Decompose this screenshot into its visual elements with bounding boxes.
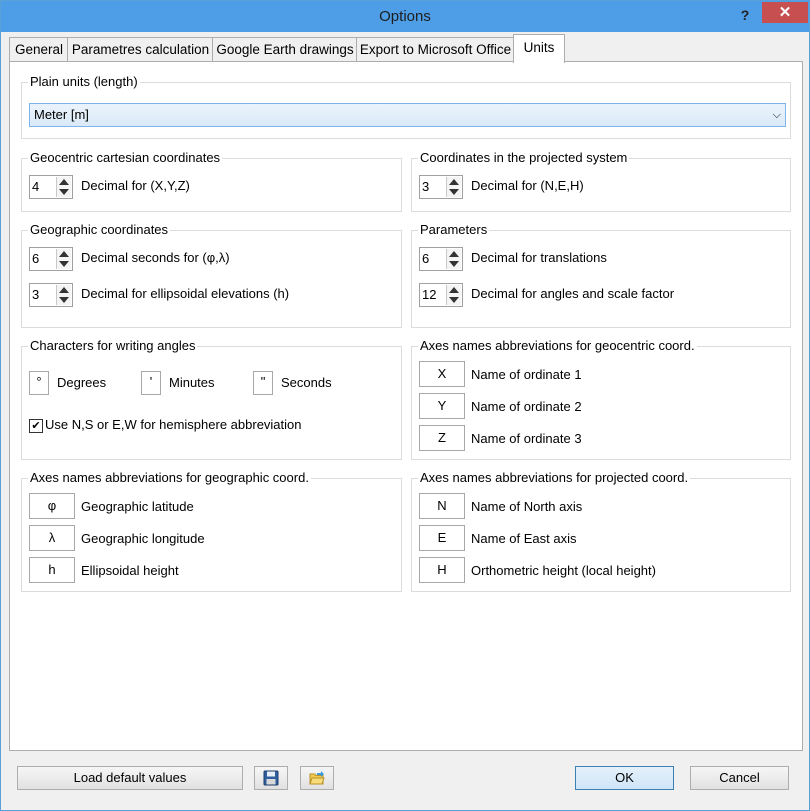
plain-units-select[interactable]: Meter [m] ⌵ <box>29 103 786 127</box>
geocentric-decimals-stepper[interactable]: 4 <box>29 175 73 199</box>
projected-axes-group: Axes names abbreviations for projected c… <box>411 470 791 592</box>
plain-units-selected: Meter [m] <box>34 107 89 122</box>
minutes-char-input[interactable]: ' <box>141 371 161 395</box>
open-folder-icon <box>309 771 325 785</box>
parameters-group: Parameters 6 Decimal for translations 12… <box>411 222 791 328</box>
cancel-button[interactable]: Cancel <box>690 766 789 790</box>
chevron-down-icon: ⌵ <box>772 109 781 121</box>
ok-button[interactable]: OK <box>575 766 674 790</box>
ordinate-1-label: Name of ordinate 1 <box>471 367 582 382</box>
ordinate-2-input[interactable]: Y <box>419 393 465 419</box>
north-axis-input[interactable]: N <box>419 493 465 519</box>
arrow-down-icon[interactable] <box>59 189 69 195</box>
geographic-seconds-value: 6 <box>32 251 40 266</box>
units-panel: Plain units (length) Meter [m] ⌵ Geocent… <box>9 61 803 751</box>
latitude-label: Geographic latitude <box>81 499 194 514</box>
seconds-label: Seconds <box>281 375 332 390</box>
arrow-up-icon[interactable] <box>59 251 69 257</box>
ordinate-1-input[interactable]: X <box>419 361 465 387</box>
arrow-down-icon[interactable] <box>449 297 459 303</box>
geographic-seconds-stepper[interactable]: 6 <box>29 247 73 271</box>
geocentric-decimals-value: 4 <box>32 179 40 194</box>
projected-axes-title: Axes names abbreviations for projected c… <box>418 470 691 486</box>
geographic-group: Geographic coordinates 6 Decimal seconds… <box>21 222 402 328</box>
arrow-down-icon[interactable] <box>449 189 459 195</box>
geographic-axes-group: Axes names abbreviations for geographic … <box>21 470 402 592</box>
open-button[interactable] <box>300 766 334 790</box>
east-axis-label: Name of East axis <box>471 531 577 546</box>
ordinate-3-label: Name of ordinate 3 <box>471 431 582 446</box>
translations-value: 6 <box>422 251 430 266</box>
tab-parametres-calculation[interactable]: Parametres calculation <box>67 37 214 62</box>
seconds-char-input[interactable]: " <box>253 371 273 395</box>
ordinate-2-label: Name of ordinate 2 <box>471 399 582 414</box>
help-button[interactable]: ? <box>734 5 756 25</box>
angles-scale-value: 12 <box>422 287 437 302</box>
arrow-up-icon[interactable] <box>59 179 69 185</box>
window-title: Options <box>379 8 431 25</box>
hemisphere-label: Use N,S or E,W for hemisphere abbreviati… <box>45 417 302 432</box>
angles-scale-stepper[interactable]: 12 <box>419 283 463 307</box>
longitude-input[interactable]: λ <box>29 525 75 551</box>
angle-characters-title: Characters for writing angles <box>28 338 198 354</box>
north-axis-label: Name of North axis <box>471 499 583 514</box>
ellipsoidal-height-label: Ellipsoidal height <box>81 563 179 578</box>
east-axis-input[interactable]: E <box>419 525 465 551</box>
arrow-up-icon[interactable] <box>449 287 459 293</box>
arrow-down-icon[interactable] <box>59 261 69 267</box>
orthometric-height-label: Orthometric height (local height) <box>471 563 656 578</box>
geographic-elevation-label: Decimal for ellipsoidal elevations (h) <box>81 286 290 301</box>
degrees-label: Degrees <box>57 375 107 390</box>
projected-group: Coordinates in the projected system 3 De… <box>411 150 791 212</box>
translations-stepper[interactable]: 6 <box>419 247 463 271</box>
geographic-axes-title: Axes names abbreviations for geographic … <box>28 470 311 486</box>
arrow-down-icon[interactable] <box>449 261 459 267</box>
load-default-values-button[interactable]: Load default values <box>17 766 243 790</box>
orthometric-height-input[interactable]: H <box>419 557 465 583</box>
arrow-up-icon[interactable] <box>59 287 69 293</box>
plain-units-group: Plain units (length) Meter [m] ⌵ <box>21 74 791 139</box>
geographic-elevation-stepper[interactable]: 3 <box>29 283 73 307</box>
geographic-elevation-value: 3 <box>32 287 40 302</box>
arrow-down-icon[interactable] <box>59 297 69 303</box>
tab-units[interactable]: Units <box>513 34 565 63</box>
projected-decimals-stepper[interactable]: 3 <box>419 175 463 199</box>
hemisphere-checkbox[interactable]: ✔ <box>29 419 43 433</box>
arrow-up-icon[interactable] <box>449 251 459 257</box>
tab-export-to-microsoft-office[interactable]: Export to Microsoft Office <box>356 37 515 62</box>
ordinate-3-input[interactable]: Z <box>419 425 465 451</box>
translations-label: Decimal for translations <box>471 250 607 265</box>
longitude-label: Geographic longitude <box>81 531 205 546</box>
plain-units-title: Plain units (length) <box>28 74 140 90</box>
options-window: Options ? ✕ General Parametres calculati… <box>0 0 810 811</box>
degrees-char-input[interactable]: ° <box>29 371 49 395</box>
geocentric-title: Geocentric cartesian coordinates <box>28 150 223 166</box>
projected-decimals-value: 3 <box>422 179 430 194</box>
angle-characters-group: Characters for writing angles ° Degrees … <box>21 338 402 460</box>
tab-google-earth-drawings[interactable]: Google Earth drawings <box>212 37 358 62</box>
parameters-title: Parameters <box>418 222 490 238</box>
ellipsoidal-height-input[interactable]: h <box>29 557 75 583</box>
arrow-up-icon[interactable] <box>449 179 459 185</box>
save-icon <box>263 770 279 786</box>
close-button[interactable]: ✕ <box>762 2 808 23</box>
projected-decimals-label: Decimal for (N,E,H) <box>471 178 584 193</box>
geocentric-axes-title: Axes names abbreviations for geocentric … <box>418 338 697 354</box>
minutes-label: Minutes <box>169 375 215 390</box>
geocentric-axes-group: Axes names abbreviations for geocentric … <box>411 338 791 460</box>
title-bar[interactable]: Options ? ✕ <box>1 1 809 32</box>
geographic-seconds-label: Decimal seconds for (φ,λ) <box>81 250 230 265</box>
save-button[interactable] <box>254 766 288 790</box>
tab-general[interactable]: General <box>9 37 69 62</box>
projected-title: Coordinates in the projected system <box>418 150 630 166</box>
geographic-title: Geographic coordinates <box>28 222 171 238</box>
geocentric-decimals-label: Decimal for (X,Y,Z) <box>81 178 190 193</box>
angles-scale-label: Decimal for angles and scale factor <box>471 286 675 301</box>
latitude-input[interactable]: φ <box>29 493 75 519</box>
geocentric-group: Geocentric cartesian coordinates 4 Decim… <box>21 150 402 212</box>
